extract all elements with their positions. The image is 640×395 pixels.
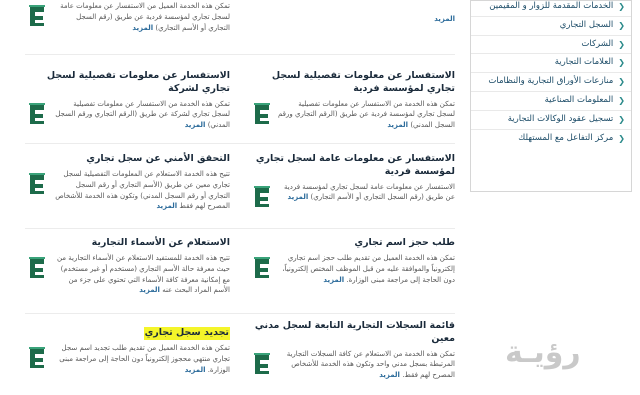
divider <box>25 143 455 144</box>
service-title[interactable]: قائمة السجلات التجارية التابعة لسجل مدني… <box>250 320 455 346</box>
service-card: تجديد سجل تجاري تمكن هذه الخدمة العميل م… <box>25 320 230 375</box>
ministry-logo-icon <box>25 99 49 127</box>
sidebar-item-commercial-registry[interactable]: ❮ السجل التجاري <box>471 17 631 36</box>
chevron-left-icon: ❮ <box>618 95 625 105</box>
sidebar-item-label: الخدمات المقدمة للزوار و المقيمين <box>489 1 614 11</box>
service-card: قائمة السجلات التجارية التابعة لسجل مدني… <box>250 320 455 381</box>
service-desc: تمكن هذه الخدمة العميل من تقديم طلب حجز … <box>282 253 455 284</box>
service-card: الاستعلام عن الأسماء التجارية تتيح هذه ا… <box>25 237 230 296</box>
sidebar-item-label: منازعات الأوراق التجارية والنظامات <box>488 76 614 87</box>
service-desc: تتيح هذه الخدمة الاستعلام عن المعلومات ا… <box>55 169 230 211</box>
service-title[interactable]: الاستفسار عن معلومات تفصيلية لسجل تجاري … <box>25 70 230 96</box>
divider <box>25 228 455 229</box>
service-desc: الاستفسار عن معلومات عامة لسجل تجاري لمؤ… <box>284 182 455 202</box>
sidebar-item-label: تسجيل عقود الوكالات التجارية <box>507 113 614 124</box>
divider <box>25 54 455 55</box>
more-link[interactable]: المزيد <box>379 371 400 379</box>
more-link[interactable]: المزيد <box>434 15 455 23</box>
sidebar-item-trademarks[interactable]: ❮ العلامات التجارية <box>471 54 631 74</box>
ministry-logo-icon <box>250 253 274 281</box>
ministry-logo-icon <box>25 253 49 281</box>
chevron-left-icon: ❮ <box>618 2 625 11</box>
chevron-left-icon: ❮ <box>618 39 625 49</box>
service-card: الاستفسار عن معلومات تفصيلية لسجل تجاري … <box>25 70 230 131</box>
sidebar-item-label: العلامات التجارية <box>554 57 614 68</box>
service-card: الاستفسار عن معلومات تفصيلية لسجل تجاري … <box>250 70 455 131</box>
divider <box>25 313 455 314</box>
service-card: الاستفسار عن معلومات عامة لسجل تجاري لمؤ… <box>250 153 455 210</box>
sidebar-item-label: السجل التجاري <box>559 19 614 30</box>
service-title[interactable]: طلب حجز اسم تجاري <box>250 237 455 250</box>
sidebar-item-label: الشركات <box>581 38 614 49</box>
ministry-logo-icon <box>25 169 49 197</box>
more-link[interactable]: المزيد <box>387 121 408 129</box>
service-title[interactable]: الاستفسار عن معلومات عامة لسجل تجاري لمؤ… <box>250 153 455 179</box>
chevron-left-icon: ❮ <box>618 58 625 68</box>
service-card: تمكن هذه الخدمة العميل من الاستفسار عن م… <box>25 0 230 34</box>
chevron-left-icon: ❮ <box>618 114 625 124</box>
services-grid: تمكن هذه الخدمة العميل من الاستفسار عن م… <box>25 0 455 395</box>
service-desc: تمكن هذه الخدمة من الاستفسار عن معلومات … <box>277 99 455 130</box>
sidebar-item-consumer-center[interactable]: ❮ مركز التفاعل مع المستهلك <box>471 130 631 148</box>
sidebar-item-agency-contracts[interactable]: ❮ تسجيل عقود الوكالات التجارية <box>471 111 631 130</box>
service-title[interactable]: التحقق الأمني عن سجل تجاري <box>25 153 230 166</box>
sidebar-item-label: مركز التفاعل مع المستهلك <box>518 132 614 143</box>
ministry-logo-icon <box>250 99 274 127</box>
ministry-logo-icon <box>250 349 274 377</box>
service-title[interactable]: تجديد سجل تجاري <box>143 327 230 340</box>
watermark-logo: رؤيـة <box>505 335 582 370</box>
service-card: طلب حجز اسم تجاري تمكن هذه الخدمة العميل… <box>250 237 455 285</box>
sidebar-item-industrial-info[interactable]: ❮ المعلومات الصناعية <box>471 92 631 111</box>
sidebar-item-label: المعلومات الصناعية <box>544 94 614 105</box>
sidebar-menu: ❮ الخدمات المقدمة للزوار و المقيمين ❮ السج… <box>470 0 632 192</box>
sidebar-item-visitors-services[interactable]: ❮ الخدمات المقدمة للزوار و المقيمين <box>471 1 631 17</box>
more-link[interactable]: المزيد <box>185 121 206 129</box>
service-card: التحقق الأمني عن سجل تجاري تتيح هذه الخد… <box>25 153 230 212</box>
ministry-logo-icon <box>25 1 49 29</box>
sidebar-item-companies[interactable]: ❮ الشركات <box>471 36 631 55</box>
service-desc: تمكن هذه الخدمة من الاستعلام عن كافة الس… <box>286 349 455 380</box>
service-card: المزيد <box>250 14 455 25</box>
chevron-left-icon: ❮ <box>618 20 625 30</box>
more-link[interactable]: المزيد <box>156 202 177 210</box>
more-link[interactable]: المزيد <box>132 24 153 32</box>
ministry-logo-icon <box>250 182 274 210</box>
chevron-left-icon: ❮ <box>618 133 625 143</box>
more-link[interactable]: المزيد <box>139 286 160 294</box>
service-title[interactable]: الاستعلام عن الأسماء التجارية <box>25 237 230 250</box>
more-link[interactable]: المزيد <box>185 366 206 374</box>
sidebar-item-commercial-papers[interactable]: ❮ منازعات الأوراق التجارية والنظامات <box>471 73 631 92</box>
service-title[interactable]: الاستفسار عن معلومات تفصيلية لسجل تجاري … <box>250 70 455 96</box>
service-desc: تمكن هذه الخدمة العميل من تقديم طلب تجدي… <box>59 343 230 374</box>
more-link[interactable]: المزيد <box>323 276 344 284</box>
more-link[interactable]: المزيد <box>288 193 309 201</box>
chevron-left-icon: ❮ <box>618 77 625 87</box>
ministry-logo-icon <box>25 343 49 371</box>
